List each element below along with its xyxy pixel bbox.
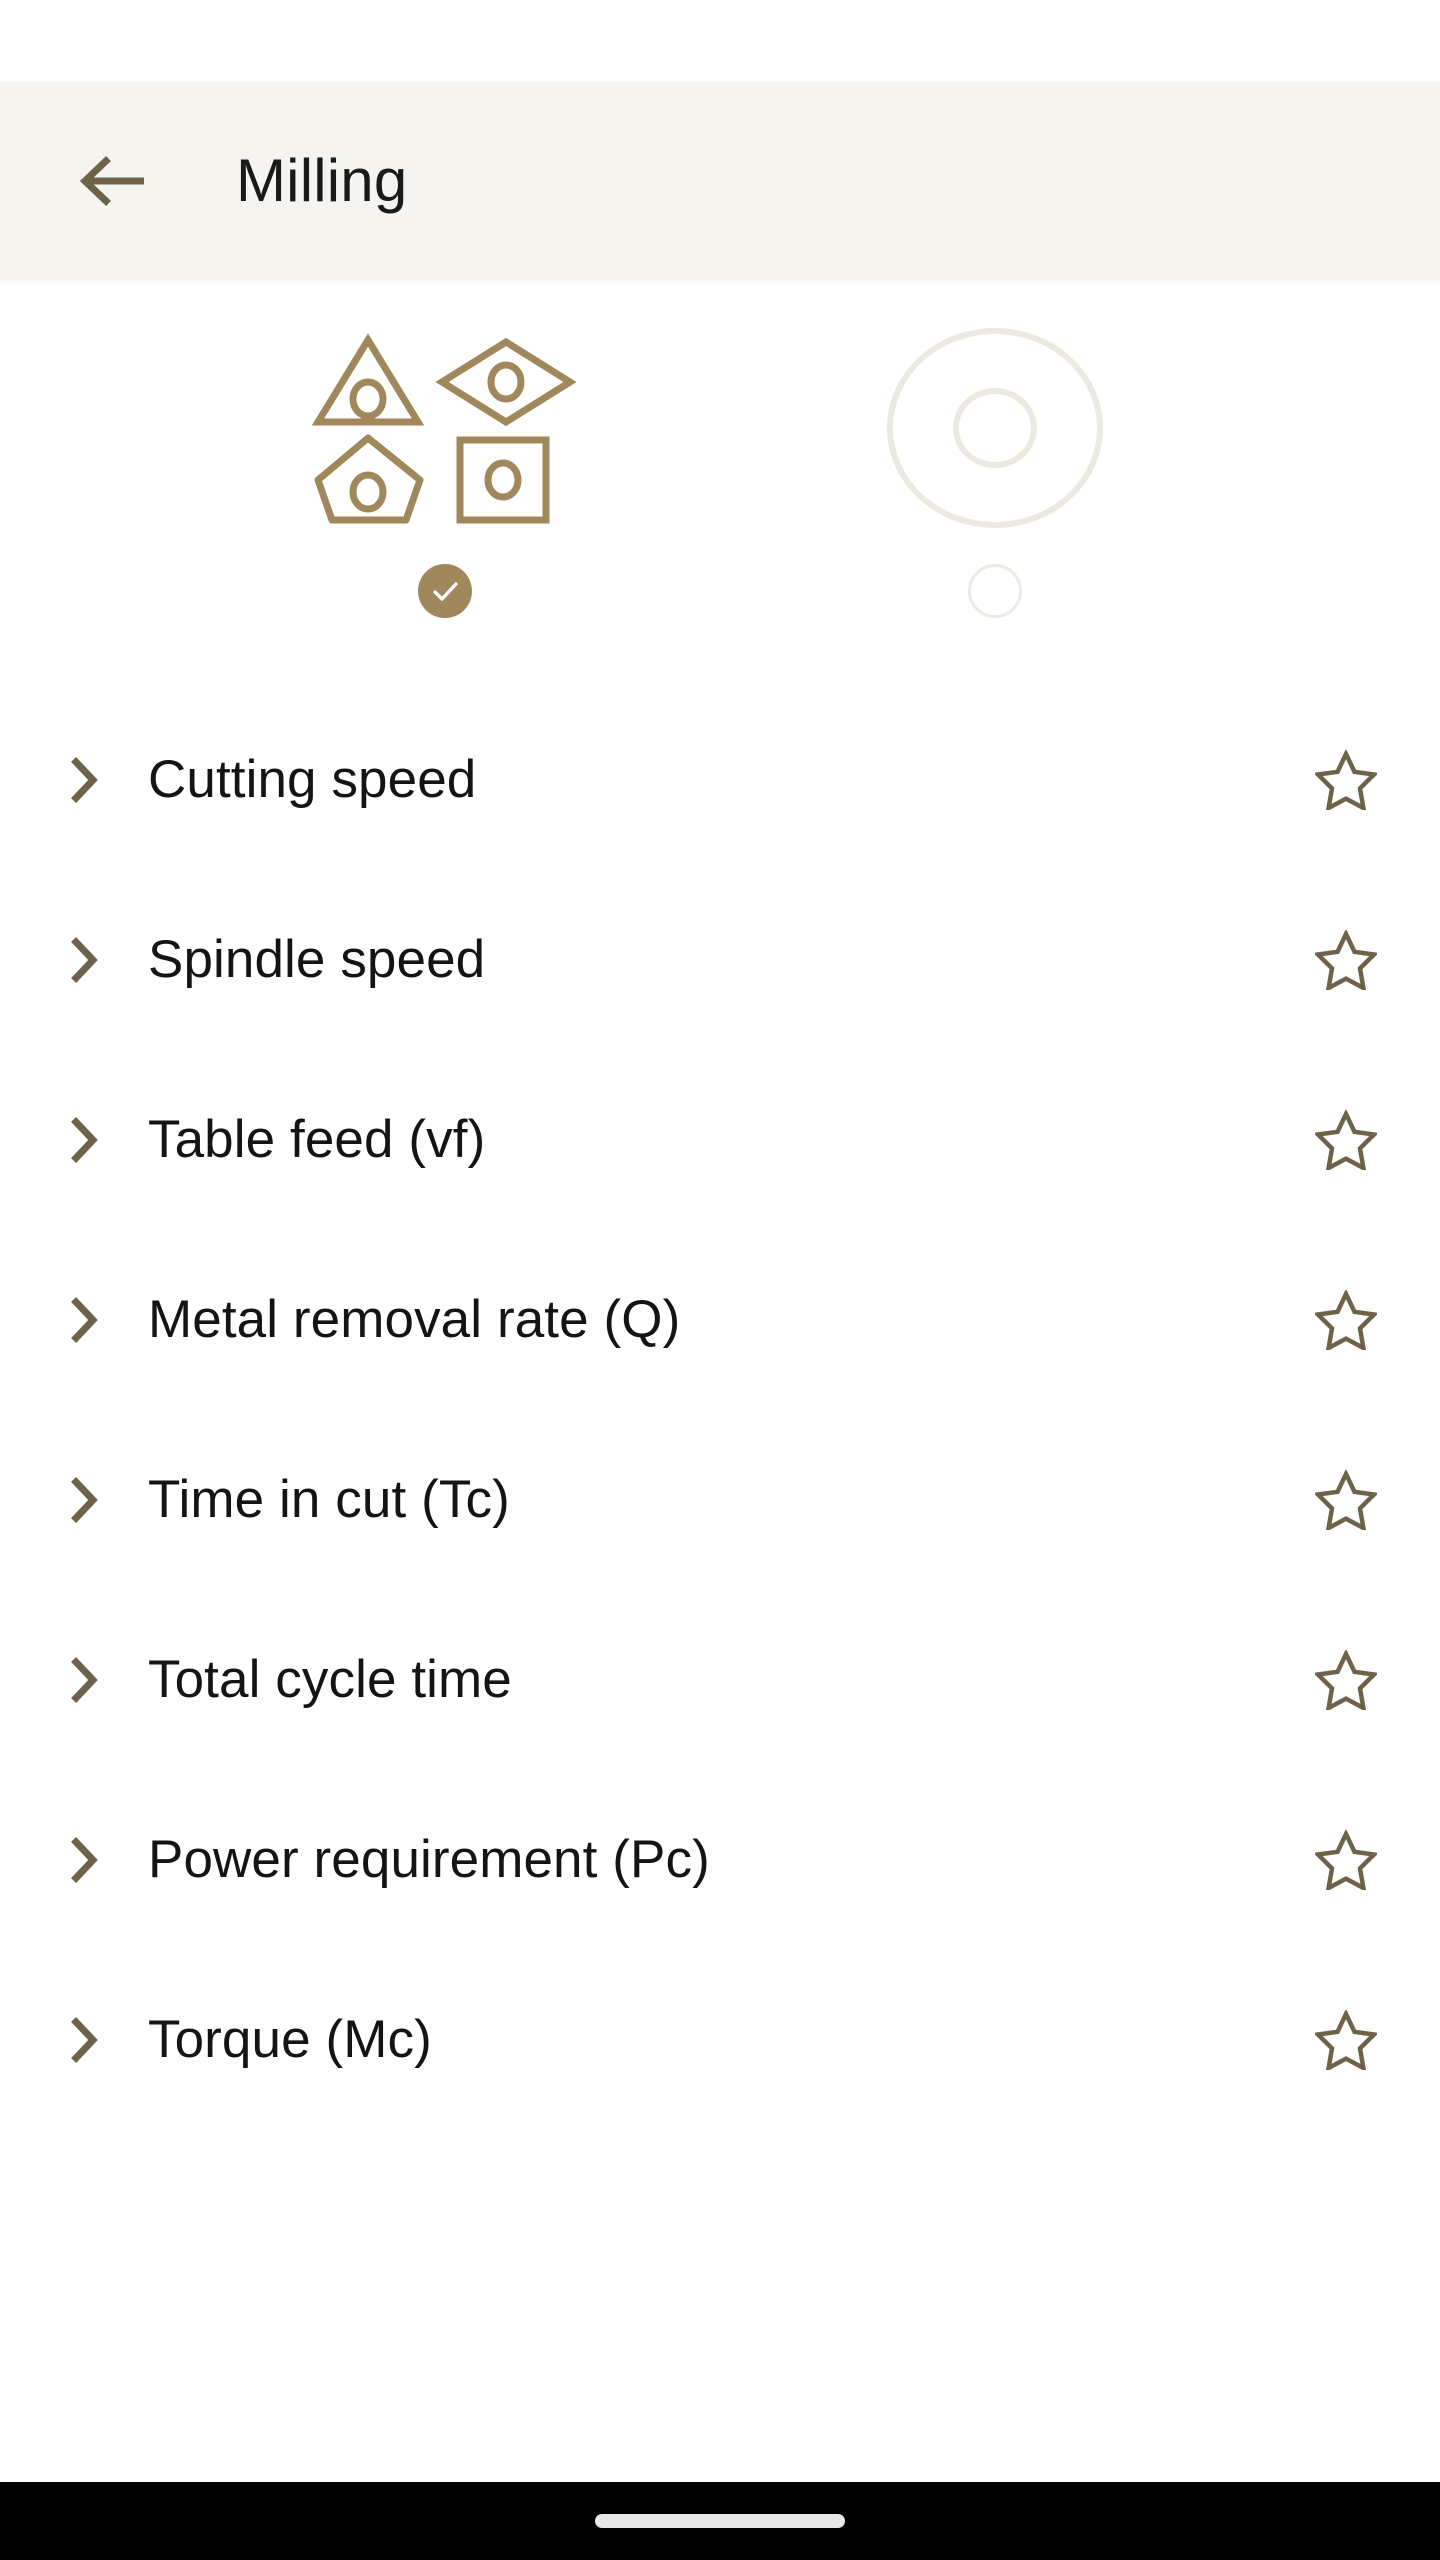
favorite-star-icon[interactable] (1308, 1650, 1384, 1710)
chevron-right-icon (62, 757, 108, 803)
app-bar: Milling (0, 82, 1440, 280)
parameter-label: Metal removal rate (Q) (148, 1289, 681, 1349)
home-gesture-pill[interactable] (595, 2514, 845, 2528)
parameter-list: Cutting speed Spindle speed Table feed (… (0, 690, 1440, 2482)
chevron-right-icon (62, 1117, 108, 1163)
favorite-star-icon[interactable] (1308, 930, 1384, 990)
tool-option-indexable-inserts[interactable] (295, 314, 595, 618)
chevron-right-icon (62, 937, 108, 983)
parameter-row-total-cycle-time[interactable]: Total cycle time (0, 1590, 1440, 1770)
favorite-star-icon[interactable] (1308, 1290, 1384, 1350)
chevron-right-icon (62, 2017, 108, 2063)
favorite-star-icon[interactable] (1308, 1110, 1384, 1170)
parameter-row-time-in-cut[interactable]: Time in cut (Tc) (0, 1410, 1440, 1590)
chevron-right-icon (62, 1297, 108, 1343)
list-empty-space (0, 2130, 1440, 2482)
parameter-label: Time in cut (Tc) (148, 1469, 510, 1529)
parameter-row-cutting-speed[interactable]: Cutting speed (0, 690, 1440, 870)
system-navigation-bar (0, 2482, 1440, 2560)
check-icon (429, 575, 461, 607)
tool-option-round-insert[interactable] (845, 314, 1145, 618)
back-button[interactable] (66, 135, 158, 227)
parameter-label: Torque (Mc) (148, 2009, 432, 2069)
favorite-star-icon[interactable] (1308, 1470, 1384, 1530)
parameter-label: Table feed (vf) (148, 1109, 486, 1169)
app-screen: Milling Cutting speed Spindle speed Tabl… (0, 0, 1440, 2560)
parameter-row-spindle-speed[interactable]: Spindle speed (0, 870, 1440, 1050)
parameter-label: Power requirement (Pc) (148, 1829, 710, 1889)
parameter-label: Spindle speed (148, 929, 486, 989)
parameter-row-torque[interactable]: Torque (Mc) (0, 1950, 1440, 2130)
parameter-row-table-feed[interactable]: Table feed (vf) (0, 1050, 1440, 1230)
favorite-star-icon[interactable] (1308, 1830, 1384, 1890)
arrow-left-icon (80, 152, 144, 210)
round-insert-icon (880, 314, 1110, 546)
chevron-right-icon (62, 1477, 108, 1523)
favorite-star-icon[interactable] (1308, 2010, 1384, 2070)
parameter-label: Cutting speed (148, 749, 477, 809)
status-bar (0, 0, 1440, 82)
tool-type-selector (0, 280, 1440, 618)
tool-radio-indexable-inserts[interactable] (418, 564, 472, 618)
chevron-right-icon (62, 1837, 108, 1883)
favorite-star-icon[interactable] (1308, 750, 1384, 810)
chevron-right-icon (62, 1657, 108, 1703)
parameter-row-metal-removal-rate[interactable]: Metal removal rate (Q) (0, 1230, 1440, 1410)
page-title: Milling (236, 147, 408, 214)
tool-radio-round-insert[interactable] (968, 564, 1022, 618)
insert-shapes-icon (310, 314, 580, 546)
parameter-row-power-requirement[interactable]: Power requirement (Pc) (0, 1770, 1440, 1950)
parameter-label: Total cycle time (148, 1649, 512, 1709)
